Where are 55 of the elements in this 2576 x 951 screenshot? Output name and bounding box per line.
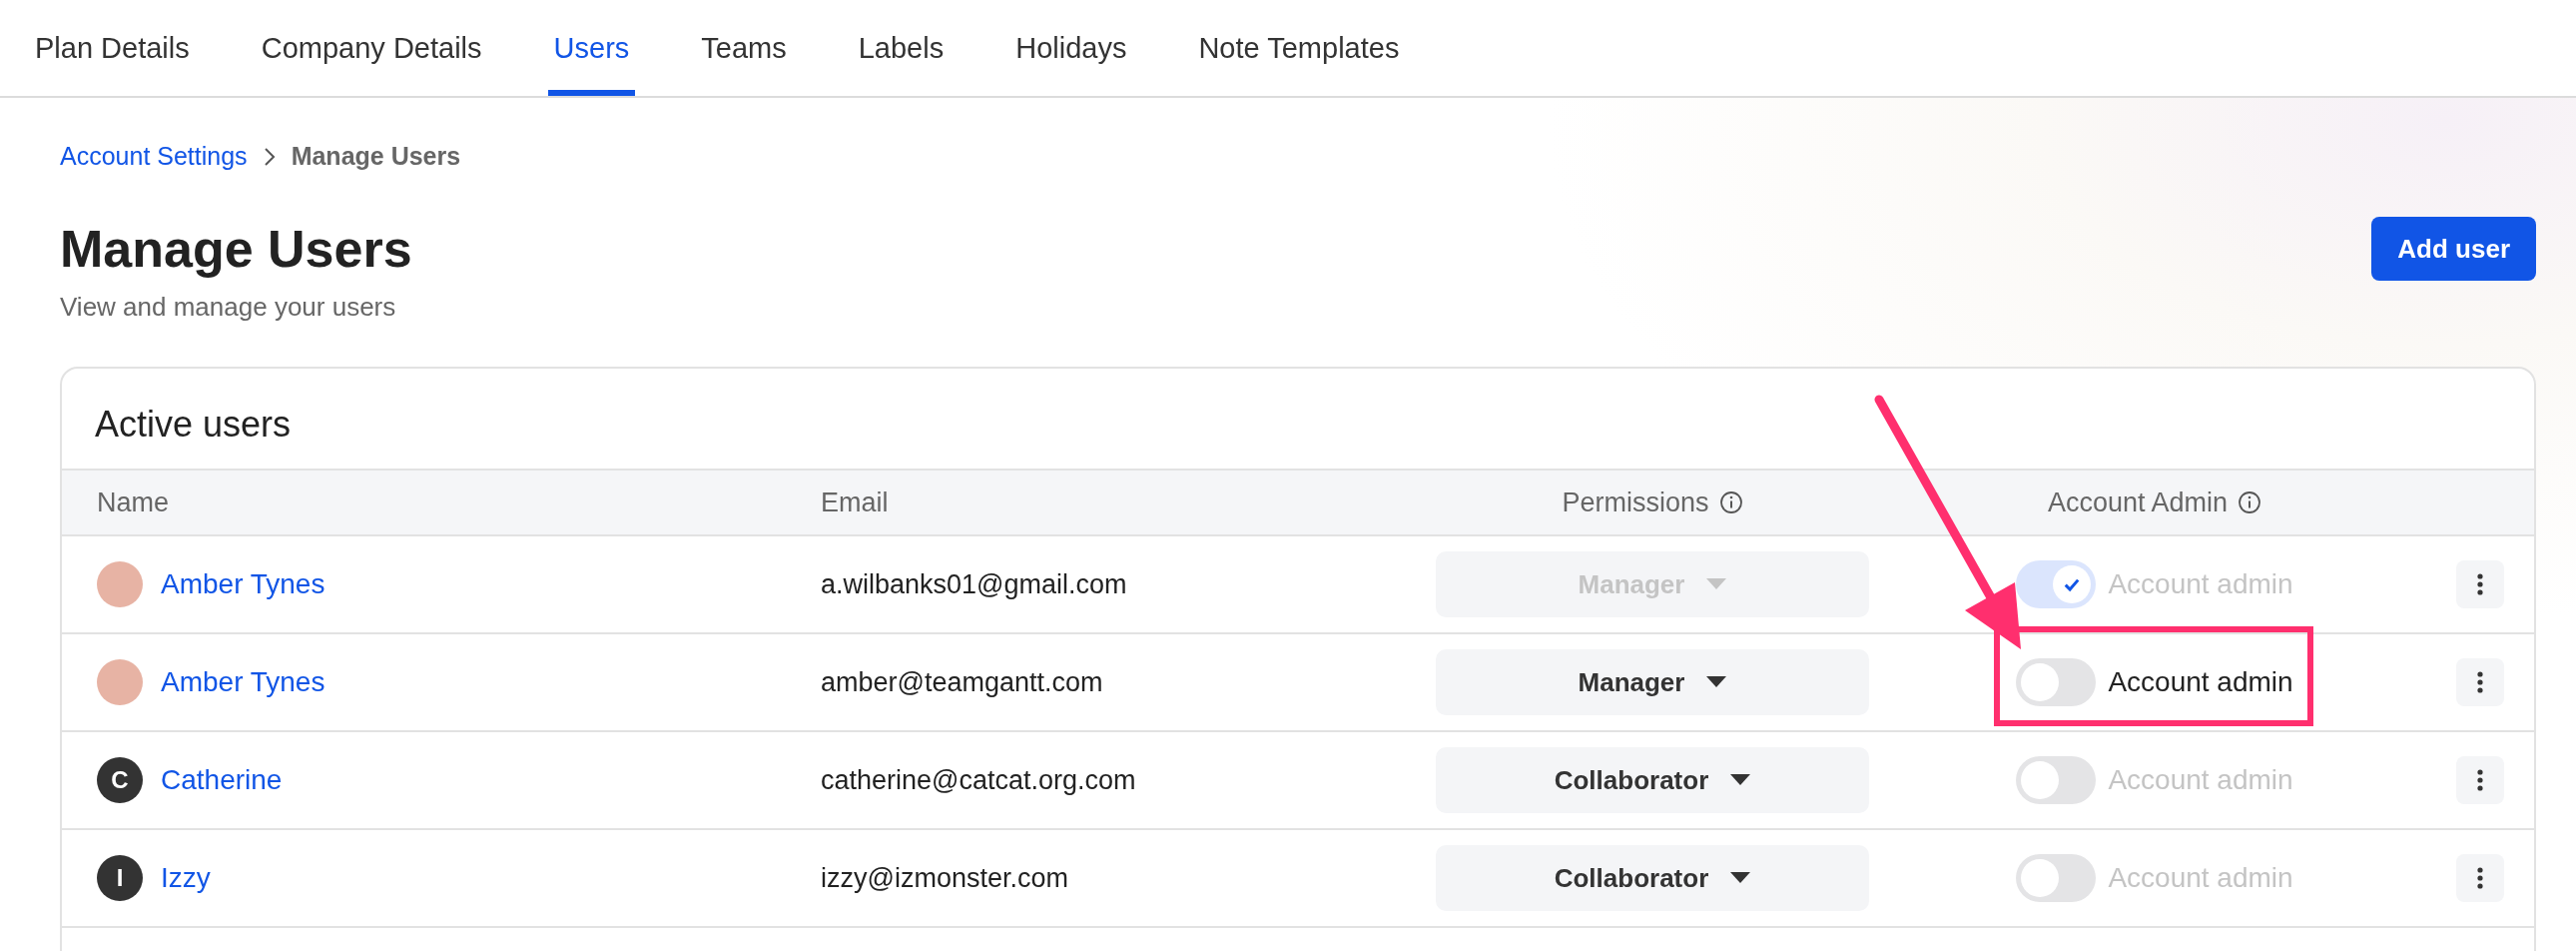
column-header: Permissions <box>1562 486 1709 518</box>
card-title: Active users <box>94 403 293 448</box>
more-options-button[interactable] <box>2456 756 2504 805</box>
avatar-initial: C <box>97 757 143 804</box>
info-icon[interactable] <box>2238 490 2262 515</box>
email-cell-text: a.wilbanks01@gmail.com <box>821 568 1128 600</box>
avatar-photo-placeholder <box>97 659 143 706</box>
nav-tab[interactable]: Users <box>547 0 636 96</box>
nav-tab[interactable]: Labels <box>858 0 945 96</box>
admin-toggle[interactable] <box>2016 560 2097 609</box>
toggle-label: Account admin <box>2108 862 2293 895</box>
column-header: Account Admin <box>2047 486 2229 518</box>
toggle-label: Account admin <box>2108 764 2293 797</box>
caret-icon <box>1706 578 1727 591</box>
caret-icon <box>1730 872 1751 885</box>
vertical-dots-icon <box>2477 670 2483 695</box>
toggle-label: Account admin <box>2108 666 2293 699</box>
email-cell-text: catherine@catcat.org.com <box>821 764 1137 796</box>
admin-toggle[interactable] <box>2016 756 2097 805</box>
nav-tab[interactable]: Teams <box>701 0 787 96</box>
nav-tab[interactable]: Plan Details <box>35 0 190 96</box>
nav-tab[interactable]: Company Details <box>261 0 482 96</box>
permission-dropdown[interactable]: Collaborator <box>1436 845 1869 912</box>
nav-tab[interactable]: Holidays <box>1015 0 1127 96</box>
caret-icon <box>1730 774 1751 787</box>
avatar-initial: I <box>97 855 143 902</box>
info-icon[interactable] <box>1718 490 1743 515</box>
page-title: Manage Users <box>60 221 412 279</box>
admin-toggle[interactable] <box>2016 658 2097 707</box>
column-header: Name <box>97 486 170 518</box>
admin-toggle[interactable] <box>2016 854 2097 903</box>
user-name-link[interactable]: Amber Tynes <box>161 568 325 601</box>
vertical-dots-icon <box>2477 866 2483 891</box>
permission-dropdown[interactable]: Collaborator <box>1436 747 1869 814</box>
column-header: Email <box>821 486 889 518</box>
vertical-dots-icon <box>2477 768 2483 793</box>
more-options-button[interactable] <box>2456 560 2504 609</box>
more-options-button[interactable] <box>2456 854 2504 903</box>
vertical-dots-icon <box>2477 572 2483 597</box>
breadcrumb-link[interactable]: Account Settings <box>60 142 248 171</box>
more-options-button[interactable] <box>2456 658 2504 707</box>
nav-tab[interactable]: Note Templates <box>1198 0 1400 96</box>
user-name-link[interactable]: Izzy <box>161 862 211 895</box>
toggle-label: Account admin <box>2108 568 2293 601</box>
page-subtitle: View and manage your users <box>60 292 397 324</box>
user-name-link[interactable]: Catherine <box>161 764 283 797</box>
email-cell-text: izzy@izmonster.com <box>821 862 1069 894</box>
chevron-right-icon <box>263 146 276 167</box>
user-name-link[interactable]: Amber Tynes <box>161 666 325 699</box>
email-cell-text: amber@teamgantt.com <box>821 666 1104 698</box>
breadcrumb-current: Manage Users <box>291 142 461 171</box>
permission-dropdown[interactable]: Manager <box>1436 649 1869 716</box>
caret-icon <box>1706 676 1727 689</box>
avatar-photo-placeholder <box>97 561 143 608</box>
add-user-button[interactable]: Add user <box>2371 217 2536 281</box>
